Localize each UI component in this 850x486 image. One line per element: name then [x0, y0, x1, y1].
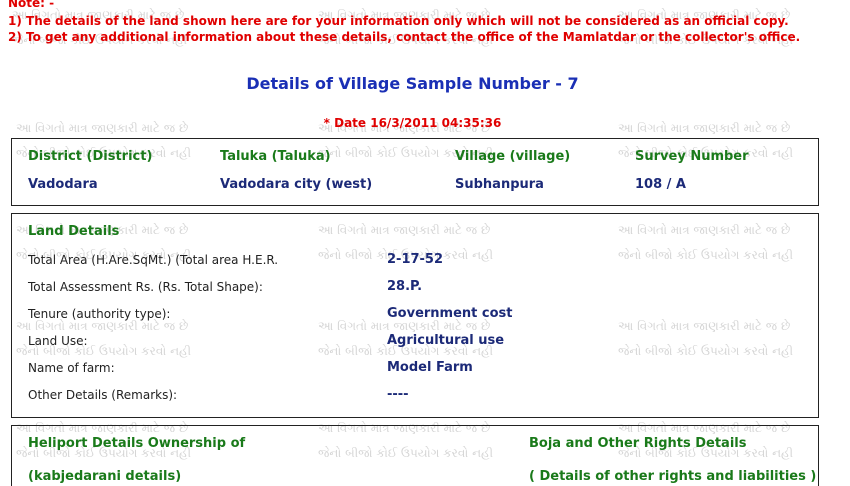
land-details-heading: Land Details [28, 224, 120, 239]
survey-number-value: 108 / A [635, 177, 686, 192]
land-row-value: 2-17-52 [387, 252, 444, 267]
village-value: Subhanpura [455, 177, 544, 192]
ownership-subheading: (kabjedarani details) [28, 469, 182, 484]
page-title: Details of Village Sample Number - 7 [246, 74, 579, 93]
land-row-value: 28.P. [387, 279, 423, 294]
land-row-label: Total Area (H.Are.SqMt.) (Total area H.E… [28, 253, 279, 267]
land-details-box: Land Details Total Area (H.Are.SqMt.) (T… [11, 213, 819, 418]
note-line-1: 1) The details of the land shown here ar… [8, 14, 789, 28]
note-line-2: 2) To get any additional information abo… [8, 30, 801, 44]
district-label: District (District) [28, 149, 153, 164]
land-row-label: Total Assessment Rs. (Rs. Total Shape): [28, 280, 263, 294]
land-row-value: ---- [387, 387, 409, 402]
rights-heading: Boja and Other Rights Details [529, 436, 747, 451]
land-row-value: Model Farm [387, 360, 473, 375]
land-row-label: Other Details (Remarks): [28, 388, 178, 402]
document-content: Note: - 1) The details of the land shown… [0, 0, 850, 486]
ownership-heading: Heliport Details Ownership of [28, 436, 246, 451]
survey-number-label: Survey Number [635, 149, 749, 164]
note-label: Note: - [8, 0, 55, 10]
taluka-value: Vadodara city (west) [220, 177, 373, 192]
village-label: Village (village) [455, 149, 571, 164]
district-value: Vadodara [28, 177, 98, 192]
location-box: District (District) Vadodara Taluka (Tal… [11, 138, 819, 206]
taluka-label: Taluka (Taluka) [220, 149, 331, 164]
ownership-box: Heliport Details Ownership of (kabjedara… [11, 425, 819, 486]
land-row-value: Government cost [387, 306, 513, 321]
land-row-value: Agricultural use [387, 333, 505, 348]
rights-subheading: ( Details of other rights and liabilitie… [529, 469, 817, 484]
land-row-label: Land Use: [28, 334, 88, 348]
report-date: * Date 16/3/2011 04:35:36 [323, 116, 502, 130]
land-row-label: Name of farm: [28, 361, 115, 375]
land-row-label: Tenure (authority type): [28, 307, 171, 321]
